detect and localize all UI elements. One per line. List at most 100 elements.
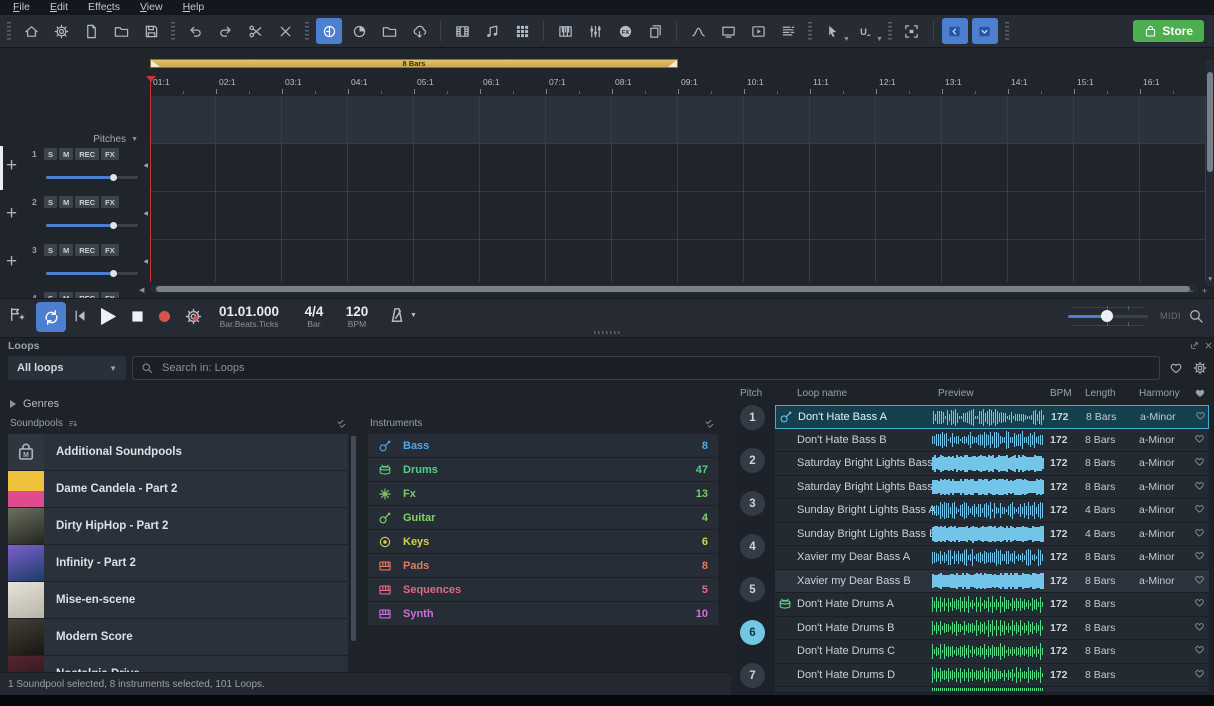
track-m-button[interactable]: M bbox=[59, 196, 73, 208]
waveform-preview[interactable] bbox=[932, 619, 1044, 637]
bottom-panel-toggle[interactable] bbox=[972, 18, 998, 44]
panel-resize-handle[interactable] bbox=[594, 331, 622, 334]
instrument-item-synth[interactable]: Synth10 bbox=[368, 602, 718, 625]
menu-item-view[interactable]: View bbox=[131, 0, 172, 15]
loops-filter-dropdown[interactable]: All loops ▼ bbox=[8, 356, 126, 380]
loop-row[interactable]: Saturday Bright Lights Bass A1728 Barsa-… bbox=[775, 452, 1209, 476]
scroll-down-arrow-icon[interactable]: ▼ bbox=[1207, 276, 1213, 283]
preview-volume-slider[interactable] bbox=[1068, 304, 1148, 328]
menu-item-effects[interactable]: Effects bbox=[79, 0, 129, 15]
playhead-marker[interactable] bbox=[146, 76, 156, 87]
follow-playhead-toggle[interactable] bbox=[316, 18, 342, 44]
project-folder-button[interactable] bbox=[376, 18, 402, 44]
loop-duration-button[interactable] bbox=[346, 18, 372, 44]
soundpool-item[interactable]: Mise-en-scene bbox=[8, 582, 348, 618]
pitch-6[interactable]: 6 bbox=[740, 620, 765, 645]
soundpool-item[interactable]: Infinity - Part 2 bbox=[8, 545, 348, 581]
track-fx-button[interactable]: FX bbox=[101, 196, 119, 208]
menu-item-file[interactable]: File bbox=[4, 0, 39, 15]
object-editor-button[interactable] bbox=[775, 18, 801, 44]
pitch-1[interactable]: 1 bbox=[740, 405, 765, 430]
select-all-soundpools-icon[interactable] bbox=[336, 418, 347, 429]
automation-button[interactable] bbox=[685, 18, 711, 44]
piano-roll-button[interactable] bbox=[552, 18, 578, 44]
track-lane-1[interactable] bbox=[150, 96, 1206, 144]
instrument-item-sequences[interactable]: Sequences5 bbox=[368, 578, 718, 601]
favorite-button[interactable] bbox=[1195, 410, 1206, 421]
waveform-preview[interactable] bbox=[933, 409, 1045, 427]
stop-button[interactable] bbox=[129, 308, 146, 325]
track-lane-2[interactable] bbox=[150, 144, 1206, 192]
melody-editor-button[interactable] bbox=[479, 18, 505, 44]
soundpools-scrollbar-thumb[interactable] bbox=[351, 436, 356, 641]
favorite-button[interactable] bbox=[1194, 668, 1205, 679]
waveform-preview[interactable] bbox=[932, 666, 1044, 684]
redo-button[interactable] bbox=[212, 18, 238, 44]
keyboard-panel-toggle[interactable] bbox=[942, 18, 968, 44]
zoom-in-button[interactable]: + bbox=[1202, 286, 1207, 296]
instrument-item-bass[interactable]: Bass8 bbox=[368, 434, 718, 457]
column-header-pitch[interactable]: Pitch bbox=[740, 388, 762, 399]
track-rec-button[interactable]: REC bbox=[75, 196, 99, 208]
waveform-preview[interactable] bbox=[932, 688, 1044, 692]
track-volume-slider[interactable] bbox=[46, 269, 138, 277]
favorite-button[interactable] bbox=[1194, 621, 1205, 632]
loop-playback-toggle[interactable] bbox=[36, 302, 66, 332]
loop-row[interactable]: Don't Hate Bass A1728 Barsa-Minor bbox=[775, 405, 1209, 429]
toolbar-drag-handle[interactable] bbox=[171, 22, 175, 40]
loop-row[interactable]: Xavier my Dear Bass A1728 Barsa-Minor bbox=[775, 546, 1209, 570]
track-lane-3[interactable] bbox=[150, 192, 1206, 240]
instrument-item-guitar[interactable]: Guitar4 bbox=[368, 506, 718, 529]
toolbar-drag-handle[interactable] bbox=[888, 22, 892, 40]
video-monitor-button[interactable] bbox=[715, 18, 741, 44]
waveform-preview[interactable] bbox=[932, 502, 1044, 520]
track-fx-button[interactable]: FX bbox=[101, 244, 119, 256]
toolbar-drag-handle[interactable] bbox=[808, 22, 812, 40]
instrument-item-keys[interactable]: Keys6 bbox=[368, 530, 718, 553]
object-mode-button[interactable]: U bbox=[852, 18, 878, 44]
loop-row-partial[interactable] bbox=[775, 687, 1209, 692]
add-object-button[interactable]: + bbox=[6, 204, 17, 223]
track-rec-button[interactable]: REC bbox=[75, 244, 99, 256]
track-lane-4[interactable] bbox=[150, 240, 1206, 282]
undo-button[interactable] bbox=[182, 18, 208, 44]
song-parts-button[interactable] bbox=[449, 18, 475, 44]
favorite-button[interactable] bbox=[1194, 550, 1205, 561]
instrument-item-fx[interactable]: Fx13 bbox=[368, 482, 718, 505]
vertical-scrollbar[interactable] bbox=[1206, 60, 1214, 286]
horizontal-scrollbar[interactable] bbox=[150, 285, 1198, 293]
save-project-button[interactable] bbox=[138, 18, 164, 44]
play-button[interactable] bbox=[96, 305, 119, 328]
track-grid[interactable] bbox=[150, 96, 1206, 282]
select-all-instruments-icon[interactable] bbox=[704, 418, 715, 429]
favorite-button[interactable] bbox=[1194, 644, 1205, 655]
new-project-button[interactable] bbox=[78, 18, 104, 44]
metronome-dropdown-caret-icon[interactable]: ▼ bbox=[410, 312, 417, 319]
waveform-preview[interactable] bbox=[932, 525, 1044, 543]
scroll-left-arrow-icon[interactable]: ◀ bbox=[139, 286, 144, 294]
waveform-preview[interactable] bbox=[932, 478, 1044, 496]
mouse-mode-button[interactable] bbox=[819, 18, 845, 44]
track-fx-button[interactable]: FX bbox=[101, 148, 119, 160]
favorite-button[interactable] bbox=[1194, 527, 1205, 538]
track-s-button[interactable]: S bbox=[44, 196, 57, 208]
toolbar-drag-handle[interactable] bbox=[7, 22, 11, 40]
soundpool-item[interactable]: Nostalgia Drive bbox=[8, 656, 348, 672]
drum-grid-button[interactable] bbox=[509, 18, 535, 44]
slider-knob[interactable] bbox=[110, 174, 117, 181]
loop-range-bar[interactable]: 8 Bars bbox=[150, 59, 678, 68]
loop-row[interactable]: Don't Hate Drums B1728 Bars bbox=[775, 617, 1209, 641]
loop-row[interactable]: Don't Hate Drums D1728 Bars bbox=[775, 664, 1209, 688]
soundpool-item[interactable]: MAdditional Soundpools bbox=[8, 434, 348, 470]
genres-collapsible[interactable]: Genres bbox=[10, 398, 59, 410]
sort-icon[interactable] bbox=[68, 419, 78, 429]
favorite-button[interactable] bbox=[1194, 597, 1205, 608]
add-object-button[interactable]: + bbox=[6, 252, 17, 271]
waveform-preview[interactable] bbox=[932, 643, 1044, 661]
track-volume-slider[interactable] bbox=[46, 221, 138, 229]
soundpools-scrollbar[interactable] bbox=[351, 434, 356, 672]
cut-button[interactable] bbox=[242, 18, 268, 44]
waveform-preview[interactable] bbox=[932, 572, 1044, 590]
track-s-button[interactable]: S bbox=[44, 244, 57, 256]
waveform-preview[interactable] bbox=[932, 455, 1044, 473]
